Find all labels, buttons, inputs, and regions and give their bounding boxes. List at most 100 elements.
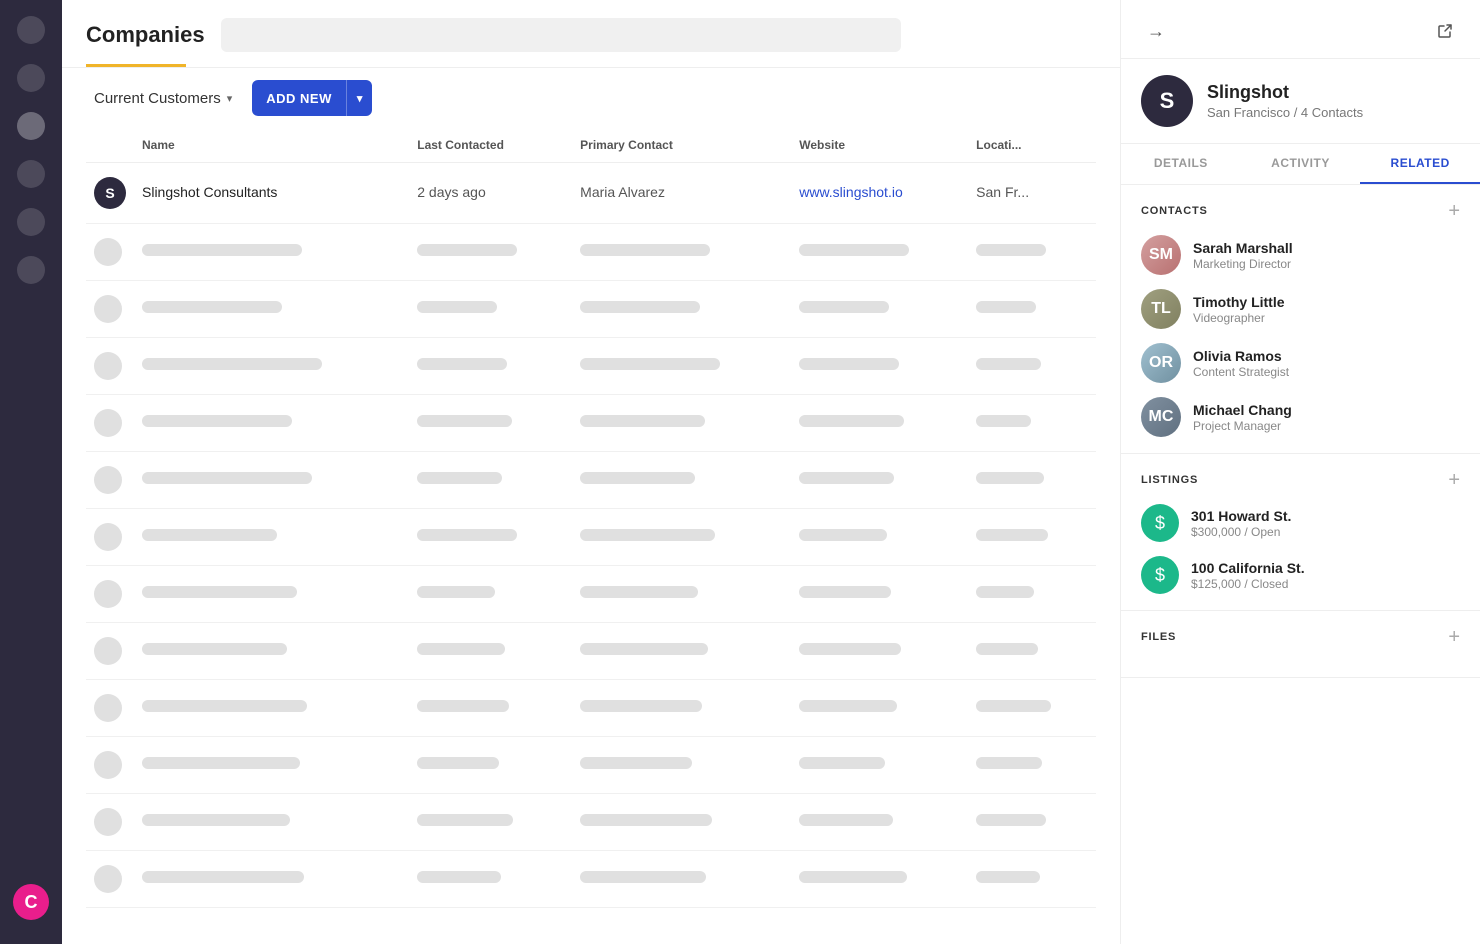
panel-header: → bbox=[1121, 0, 1480, 59]
add-file-button[interactable]: + bbox=[1448, 627, 1460, 647]
table-row[interactable] bbox=[86, 623, 1096, 680]
listings-section: LISTINGS + $ 301 Howard St. $300,000 / O… bbox=[1121, 454, 1480, 611]
table-row[interactable] bbox=[86, 452, 1096, 509]
row-website-cell: www.slingshot.io bbox=[791, 163, 968, 224]
contact-item[interactable]: TL Timothy Little Videographer bbox=[1141, 289, 1460, 329]
contact-item[interactable]: SM Sarah Marshall Marketing Director bbox=[1141, 235, 1460, 275]
contact-role: Content Strategist bbox=[1193, 365, 1289, 379]
files-section-header: FILES + bbox=[1141, 627, 1460, 647]
listings-section-header: LISTINGS + bbox=[1141, 470, 1460, 490]
contact-role: Videographer bbox=[1193, 311, 1285, 325]
contact-avatar-sarah: SM bbox=[1141, 235, 1181, 275]
col-website[interactable]: Website bbox=[791, 128, 968, 163]
tab-activity[interactable]: ACTIVITY bbox=[1241, 144, 1361, 184]
row-last-contacted-cell: 2 days ago bbox=[409, 163, 572, 224]
tab-related[interactable]: RELATED bbox=[1360, 144, 1480, 184]
right-panel: → S Slingshot San Francisco / 4 Contacts… bbox=[1120, 0, 1480, 944]
search-bar[interactable] bbox=[221, 18, 901, 52]
add-new-label: ADD NEW bbox=[252, 83, 346, 114]
website-link[interactable]: www.slingshot.io bbox=[799, 184, 903, 200]
company-big-subtitle: San Francisco / 4 Contacts bbox=[1207, 105, 1363, 120]
company-big-name: Slingshot bbox=[1207, 82, 1363, 103]
panel-external-link-icon[interactable] bbox=[1430, 16, 1460, 46]
companies-table: Name Last Contacted Primary Contact Webs… bbox=[86, 128, 1096, 908]
files-section-title: FILES bbox=[1141, 631, 1176, 643]
table-row[interactable] bbox=[86, 281, 1096, 338]
sidebar-item-5[interactable] bbox=[17, 208, 45, 236]
listing-item[interactable]: $ 100 California St. $125,000 / Closed bbox=[1141, 556, 1460, 594]
contact-avatar-olivia: OR bbox=[1141, 343, 1181, 383]
primary-contact-value: Maria Alvarez bbox=[580, 184, 665, 200]
sidebar: C bbox=[0, 0, 62, 944]
table-row[interactable] bbox=[86, 395, 1096, 452]
col-last-contacted[interactable]: Last Contacted bbox=[409, 128, 572, 163]
page-title: Companies bbox=[86, 22, 205, 48]
contact-role: Project Manager bbox=[1193, 419, 1292, 433]
dropdown-arrow-icon[interactable]: ▾ bbox=[347, 84, 373, 113]
table-row[interactable] bbox=[86, 509, 1096, 566]
listing-item[interactable]: $ 301 Howard St. $300,000 / Open bbox=[1141, 504, 1460, 542]
add-contact-button[interactable]: + bbox=[1448, 201, 1460, 221]
filter-label: Current Customers bbox=[94, 90, 221, 107]
listings-section-title: LISTINGS bbox=[1141, 474, 1198, 486]
contact-name: Michael Chang bbox=[1193, 402, 1292, 418]
table-header-row: Name Last Contacted Primary Contact Webs… bbox=[86, 128, 1096, 163]
sidebar-item-3[interactable] bbox=[17, 112, 45, 140]
add-listing-button[interactable]: + bbox=[1448, 470, 1460, 490]
contacts-section: CONTACTS + SM Sarah Marshall Marketing D… bbox=[1121, 185, 1480, 454]
contacts-section-title: CONTACTS bbox=[1141, 205, 1208, 217]
sidebar-item-6[interactable] bbox=[17, 256, 45, 284]
table-row[interactable] bbox=[86, 338, 1096, 395]
col-primary-contact[interactable]: Primary Contact bbox=[572, 128, 791, 163]
row-name-cell: Slingshot Consultants bbox=[134, 163, 409, 224]
add-new-button[interactable]: ADD NEW ▾ bbox=[252, 80, 372, 116]
app-logo[interactable]: C bbox=[13, 884, 49, 920]
sidebar-item-1[interactable] bbox=[17, 16, 45, 44]
col-name[interactable]: Name bbox=[134, 128, 409, 163]
tab-details[interactable]: DETAILS bbox=[1121, 144, 1241, 184]
table-row[interactable] bbox=[86, 794, 1096, 851]
contact-item[interactable]: OR Olivia Ramos Content Strategist bbox=[1141, 343, 1460, 383]
row-location-cell: San Fr... bbox=[968, 163, 1096, 224]
table-row[interactable]: S Slingshot Consultants 2 days ago Maria… bbox=[86, 163, 1096, 224]
listing-name: 301 Howard St. bbox=[1191, 508, 1291, 524]
table-row[interactable] bbox=[86, 224, 1096, 281]
listing-name: 100 California St. bbox=[1191, 560, 1305, 576]
listing-sub: $300,000 / Open bbox=[1191, 525, 1291, 539]
location-value: San Fr... bbox=[976, 184, 1029, 200]
contact-avatar-michael: MC bbox=[1141, 397, 1181, 437]
contact-name: Olivia Ramos bbox=[1193, 348, 1289, 364]
listing-dollar-icon: $ bbox=[1141, 556, 1179, 594]
row-primary-contact-cell: Maria Alvarez bbox=[572, 163, 791, 224]
header-underline bbox=[86, 64, 186, 67]
filter-button[interactable]: Current Customers ▾ bbox=[86, 86, 240, 111]
panel-company-info: S Slingshot San Francisco / 4 Contacts bbox=[1121, 59, 1480, 144]
panel-tabs: DETAILS ACTIVITY RELATED bbox=[1121, 144, 1480, 185]
table-row[interactable] bbox=[86, 737, 1096, 794]
companies-table-container: Name Last Contacted Primary Contact Webs… bbox=[62, 128, 1120, 944]
contact-name: Timothy Little bbox=[1193, 294, 1285, 310]
col-location[interactable]: Locati... bbox=[968, 128, 1096, 163]
row-avatar-cell: S bbox=[86, 163, 134, 224]
contact-name: Sarah Marshall bbox=[1193, 240, 1293, 256]
page-header: Companies bbox=[62, 0, 1120, 68]
main-content: Companies Current Customers ▾ ADD NEW ▾ … bbox=[62, 0, 1120, 944]
panel-back-icon[interactable]: → bbox=[1141, 16, 1171, 46]
table-row[interactable] bbox=[86, 851, 1096, 908]
files-section: FILES + bbox=[1121, 611, 1480, 678]
company-name: Slingshot Consultants bbox=[142, 184, 277, 200]
contact-role: Marketing Director bbox=[1193, 257, 1293, 271]
contact-item[interactable]: MC Michael Chang Project Manager bbox=[1141, 397, 1460, 437]
sidebar-item-2[interactable] bbox=[17, 64, 45, 92]
table-row[interactable] bbox=[86, 566, 1096, 623]
company-big-avatar: S bbox=[1141, 75, 1193, 127]
col-avatar bbox=[86, 128, 134, 163]
contacts-section-header: CONTACTS + bbox=[1141, 201, 1460, 221]
chevron-down-icon: ▾ bbox=[227, 92, 233, 105]
toolbar: Current Customers ▾ ADD NEW ▾ bbox=[62, 68, 1120, 128]
company-avatar: S bbox=[94, 177, 126, 209]
sidebar-item-4[interactable] bbox=[17, 160, 45, 188]
listing-sub: $125,000 / Closed bbox=[1191, 577, 1305, 591]
table-row[interactable] bbox=[86, 680, 1096, 737]
contact-avatar-timothy: TL bbox=[1141, 289, 1181, 329]
